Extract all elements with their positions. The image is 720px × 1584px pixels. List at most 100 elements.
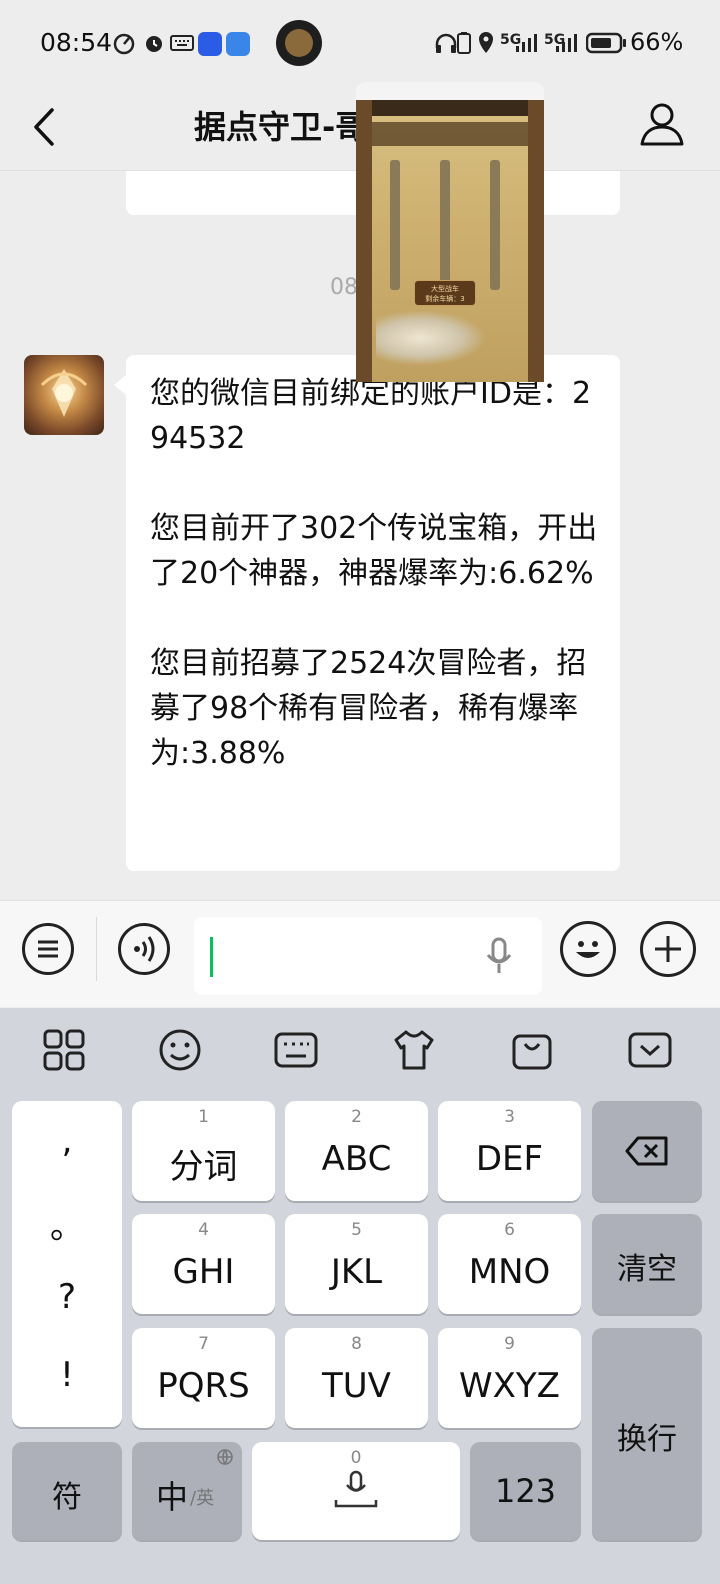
punct-question[interactable]: ? — [12, 1277, 122, 1317]
signal-icon-2 — [556, 34, 577, 52]
voice-button[interactable] — [118, 923, 170, 975]
headphones-icon — [435, 33, 457, 53]
game-top-bar — [356, 100, 544, 116]
key-1-number: 1 — [198, 1107, 209, 1127]
more-button[interactable] — [640, 921, 696, 977]
clock: 08:54 — [40, 28, 113, 57]
key-9-number: 9 — [504, 1334, 515, 1354]
battery-icon — [586, 32, 626, 54]
key-5-number: 5 — [351, 1220, 362, 1240]
skin-shirt-icon[interactable] — [392, 1028, 436, 1072]
profile-icon[interactable] — [638, 100, 686, 150]
clear-key-label: 清空 — [617, 1252, 677, 1287]
key-3-number: 3 — [504, 1107, 515, 1127]
smiley-icon — [576, 941, 600, 958]
key-8-number: 8 — [351, 1334, 362, 1354]
game-unit-bar — [356, 122, 544, 146]
message-timestamp: 08 — [330, 275, 358, 300]
list-icon — [34, 940, 58, 958]
key-2[interactable]: 2 ABC — [285, 1101, 428, 1201]
key-3[interactable]: 3 DEF — [438, 1101, 581, 1201]
alarm-icon — [146, 36, 162, 52]
backspace-icon — [625, 1136, 668, 1166]
battery-percent: 66% — [630, 28, 684, 56]
key-1[interactable]: 1 分词 — [132, 1101, 275, 1201]
plus-icon — [655, 936, 681, 962]
message-input[interactable] — [194, 917, 542, 995]
grid-icon[interactable] — [42, 1028, 86, 1072]
collapse-keyboard-icon[interactable] — [628, 1028, 672, 1072]
key-8-label: TUV — [322, 1366, 391, 1406]
key-5-label: JKL — [330, 1252, 383, 1292]
enter-key-label: 换行 — [617, 1422, 677, 1457]
language-switch-key[interactable]: 中 /英 — [132, 1442, 242, 1540]
location-icon — [479, 32, 493, 53]
key-1-label: 分词 — [169, 1147, 238, 1187]
key-4[interactable]: 4 GHI — [132, 1214, 275, 1314]
text-cursor — [210, 937, 213, 977]
globe-icon — [217, 1449, 233, 1465]
keyboard: , 。 ? ! 1 分词 2 ABC 3 DEF 4 GHI 5 JKL 6 M… — [0, 1008, 720, 1584]
status-bar: 08:54 5G 5G 66% — [0, 0, 720, 86]
key-0-number: 0 — [350, 1448, 362, 1468]
voice-wave-icon — [134, 936, 155, 962]
keyboard-status-icon — [170, 35, 194, 51]
punct-comma[interactable]: , — [12, 1121, 122, 1161]
key-9[interactable]: 9 WXYZ — [438, 1328, 581, 1428]
floating-app-bubble[interactable] — [276, 20, 322, 66]
battery-small-icon — [457, 32, 471, 54]
symbols-key[interactable]: 符 — [12, 1442, 122, 1540]
game-track-2 — [440, 160, 450, 290]
backspace-key[interactable] — [592, 1101, 702, 1201]
menu-list-button[interactable] — [22, 923, 74, 975]
game-screen[interactable]: 大型战车 剩余车辆：3 — [356, 100, 544, 382]
sender-avatar[interactable] — [24, 355, 104, 435]
space-key[interactable]: 0 — [252, 1442, 460, 1540]
key-4-number: 4 — [198, 1220, 209, 1240]
enter-key[interactable]: 换行 — [592, 1328, 702, 1540]
store-bag-icon[interactable] — [510, 1028, 554, 1072]
speed-icon — [113, 33, 135, 55]
game-track-1 — [390, 160, 400, 290]
game-right-cliff — [528, 100, 544, 382]
input-bar — [0, 900, 720, 1007]
numbers-key-label: 123 — [494, 1472, 557, 1510]
key-9-label: WXYZ — [459, 1366, 560, 1406]
punct-exclaim[interactable]: ! — [12, 1355, 122, 1395]
punctuation-column[interactable]: , 。 ? ! — [12, 1101, 122, 1427]
key-6[interactable]: 6 MNO — [438, 1214, 581, 1314]
numbers-key[interactable]: 123 — [470, 1442, 581, 1540]
punct-period[interactable]: 。 — [12, 1199, 122, 1248]
back-button[interactable] — [26, 104, 66, 150]
chat-title: 据点守卫-哥 — [194, 108, 368, 146]
voice-input-icon — [334, 1470, 378, 1508]
game-skull-decoration — [376, 310, 486, 366]
symbols-key-label: 符 — [52, 1480, 82, 1515]
game-track-3 — [490, 160, 500, 290]
floating-game-window[interactable]: 大型战车 剩余车辆：3 — [356, 82, 544, 382]
key-4-label: GHI — [172, 1252, 235, 1292]
clear-key[interactable]: 清空 — [592, 1214, 702, 1314]
app-notification-icon-2 — [226, 32, 250, 56]
game-action-button[interactable]: 大型战车 剩余车辆：3 — [414, 280, 476, 306]
emoji-button[interactable] — [560, 921, 616, 977]
emoji-keyboard-icon[interactable] — [158, 1028, 202, 1072]
lang-main-label: 中 — [156, 1478, 189, 1516]
key-6-number: 6 — [504, 1220, 515, 1240]
key-8[interactable]: 8 TUV — [285, 1328, 428, 1428]
game-action-label: 大型战车 — [431, 285, 459, 293]
bubble-tail — [114, 375, 126, 395]
keyboard-layout-icon[interactable] — [274, 1028, 318, 1072]
game-action-sub: 剩余车辆：3 — [425, 295, 465, 303]
message-bubble[interactable]: 您的微信目前绑定的账户ID是：294532 您目前开了302个传说宝箱，开出了2… — [126, 355, 620, 871]
message-text: 您的微信目前绑定的账户ID是：294532 您目前开了302个传说宝箱，开出了2… — [150, 376, 598, 771]
key-6-label: MNO — [468, 1252, 551, 1292]
game-left-cliff — [356, 100, 372, 382]
key-7-label: PQRS — [157, 1366, 250, 1406]
key-7[interactable]: 7 PQRS — [132, 1328, 275, 1428]
key-2-number: 2 — [351, 1107, 362, 1127]
microphone-icon[interactable] — [484, 937, 514, 977]
lang-alt-label: /英 — [190, 1488, 215, 1509]
key-5[interactable]: 5 JKL — [285, 1214, 428, 1314]
key-2-label: ABC — [321, 1139, 392, 1179]
